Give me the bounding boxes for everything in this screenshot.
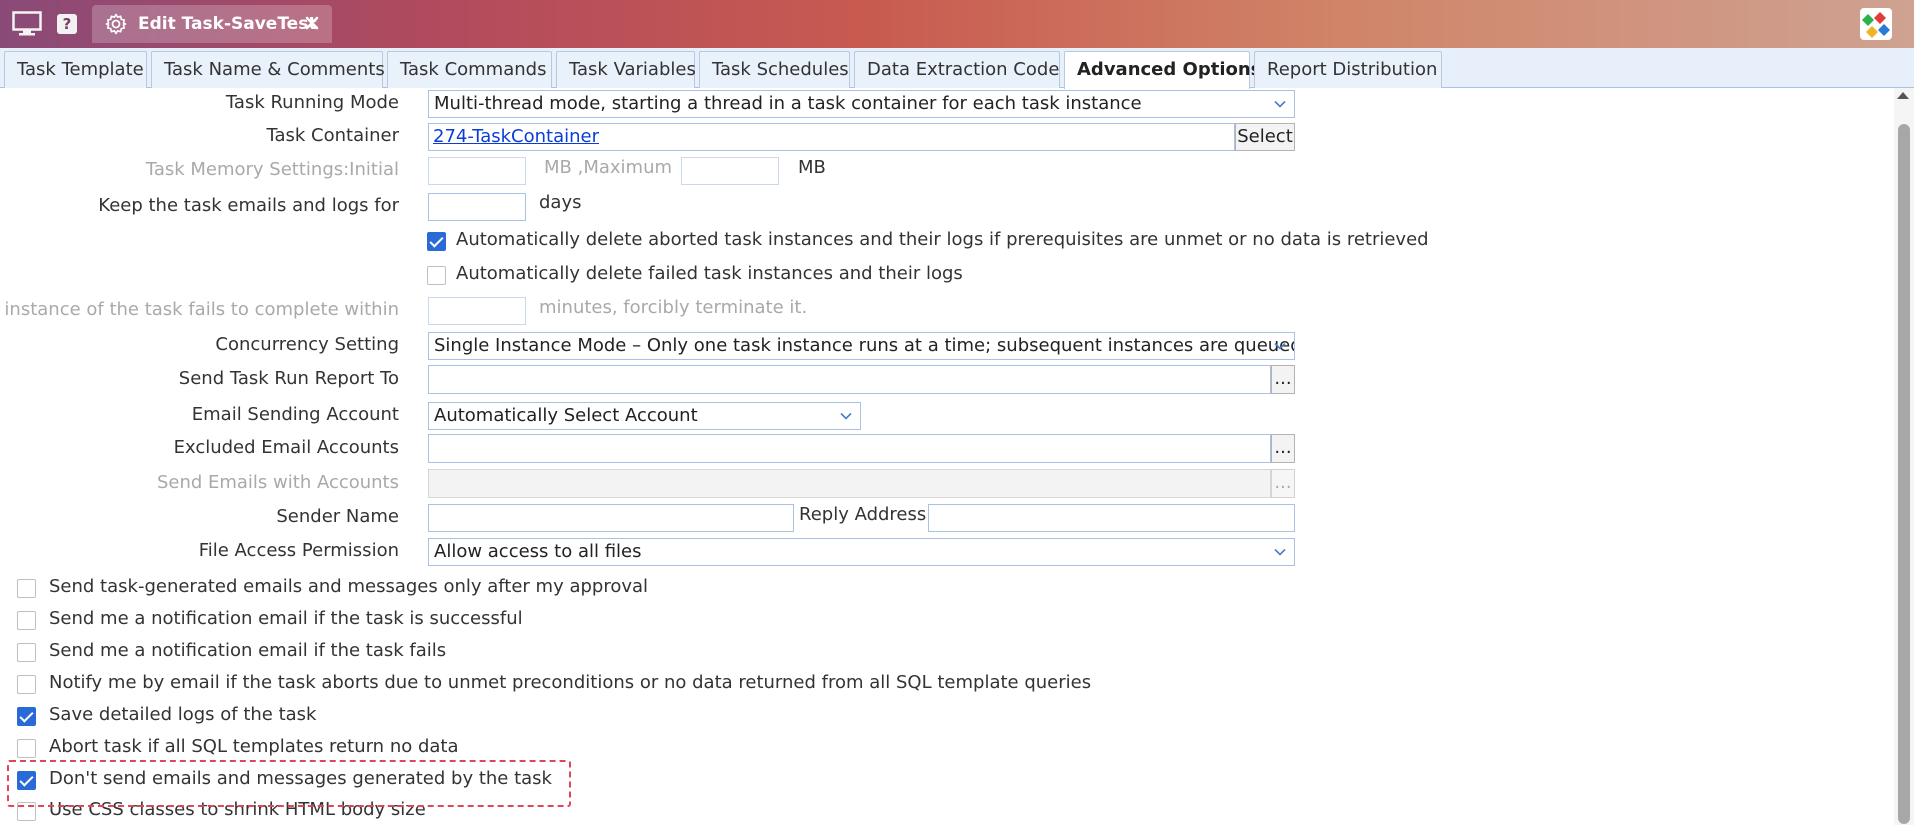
- tab-report-distribution[interactable]: Report Distribution: [1254, 51, 1442, 88]
- excluded-accounts-input[interactable]: [428, 434, 1271, 463]
- task-container-label: Task Container: [266, 125, 399, 146]
- app-logo-icon[interactable]: [1860, 8, 1892, 40]
- chevron-down-icon: [1274, 342, 1286, 350]
- email-account-value: Automatically Select Account: [434, 405, 698, 426]
- tab-task-name-comments[interactable]: Task Name & Comments: [151, 51, 385, 88]
- auto-delete-failed-label: Automatically delete failed task instanc…: [456, 263, 963, 284]
- option-checkbox-save-logs[interactable]: [17, 707, 36, 726]
- excluded-accounts-browse-button[interactable]: ...: [1271, 434, 1295, 463]
- option-checkbox-abort-no-data[interactable]: [17, 739, 36, 758]
- tab-task-commands[interactable]: Task Commands: [387, 51, 552, 88]
- title-bar: ? Edit Task-SaveTest: [0, 0, 1914, 48]
- tab-task-template[interactable]: Task Template: [4, 51, 147, 88]
- option-label-approval: Send task-generated emails and messages …: [49, 576, 649, 597]
- timeout-label: If the instance of the task fails to com…: [0, 299, 399, 320]
- tab-task-schedules[interactable]: Task Schedules: [699, 51, 850, 88]
- running-mode-value: Multi-thread mode, starting a thread in …: [434, 93, 1142, 114]
- send-report-input[interactable]: [428, 365, 1271, 394]
- send-with-accounts-input[interactable]: [428, 469, 1271, 498]
- select-container-button[interactable]: Select: [1235, 123, 1295, 151]
- scroll-up-icon[interactable]: [1897, 92, 1909, 99]
- option-checkbox-approval[interactable]: [17, 579, 36, 598]
- timeout-input[interactable]: [428, 297, 526, 325]
- option-checkbox-notify-success[interactable]: [17, 611, 36, 630]
- auto-delete-failed-checkbox[interactable]: [427, 266, 446, 285]
- sender-name-input[interactable]: [428, 504, 794, 532]
- concurrency-select[interactable]: Single Instance Mode – Only one task ins…: [428, 332, 1295, 360]
- memory-label: Task Memory Settings:Initial: [145, 159, 399, 180]
- tab-strip: Task Template Task Name & Comments Task …: [0, 48, 1914, 89]
- chevron-down-icon: [1274, 548, 1286, 556]
- gear-icon: [105, 13, 127, 35]
- keep-logs-label: Keep the task emails and logs for: [98, 195, 399, 216]
- timeout-unit: minutes, forcibly terminate it.: [539, 297, 808, 318]
- memory-unit-max-label: MB ,Maximum: [544, 157, 673, 178]
- tab-data-extraction-code[interactable]: Data Extraction Code: [854, 51, 1060, 88]
- send-with-accounts-browse-button[interactable]: ...: [1271, 469, 1295, 498]
- concurrency-label: Concurrency Setting: [215, 334, 399, 355]
- option-label-notify-abort: Notify me by email if the task aborts du…: [49, 672, 1092, 693]
- reply-address-label: Reply Address: [799, 504, 927, 525]
- option-checkbox-notify-abort[interactable]: [17, 675, 36, 694]
- vertical-scrollbar[interactable]: [1894, 88, 1914, 825]
- help-icon-glyph: ?: [57, 14, 77, 34]
- option-label-notify-success: Send me a notification email if the task…: [49, 608, 523, 629]
- auto-delete-aborted-label: Automatically delete aborted task instan…: [456, 229, 1429, 250]
- sender-name-label: Sender Name: [276, 506, 399, 527]
- send-report-browse-button[interactable]: ...: [1271, 365, 1295, 394]
- option-label-abort-no-data: Abort task if all SQL templates return n…: [49, 736, 459, 757]
- email-account-label: Email Sending Account: [191, 404, 399, 425]
- send-report-label: Send Task Run Report To: [178, 368, 399, 389]
- tab-advanced-options[interactable]: Advanced Options: [1064, 51, 1261, 89]
- option-checkbox-notify-fail[interactable]: [17, 643, 36, 662]
- chevron-down-icon: [1274, 100, 1286, 108]
- keep-days-input[interactable]: [428, 193, 526, 221]
- monitor-icon[interactable]: [10, 10, 44, 38]
- advanced-options-panel: Task Running Mode Multi-thread mode, sta…: [0, 88, 1890, 825]
- memory-initial-input[interactable]: [428, 157, 526, 185]
- running-mode-select[interactable]: Multi-thread mode, starting a thread in …: [428, 90, 1295, 118]
- task-container-field[interactable]: 274-TaskContainer: [428, 123, 1235, 151]
- excluded-accounts-label: Excluded Email Accounts: [173, 437, 399, 458]
- tab-task-variables[interactable]: Task Variables: [556, 51, 696, 88]
- task-container-link[interactable]: 274-TaskContainer: [433, 126, 599, 147]
- file-access-select[interactable]: Allow access to all files: [428, 538, 1295, 566]
- file-access-value: Allow access to all files: [434, 541, 642, 562]
- scroll-thumb[interactable]: [1898, 124, 1910, 824]
- window-title: Edit Task-SaveTest: [138, 14, 317, 34]
- memory-max-input[interactable]: [681, 157, 779, 185]
- reply-address-input[interactable]: [928, 504, 1295, 532]
- email-account-select[interactable]: Automatically Select Account: [428, 402, 861, 430]
- keep-days-unit: days: [539, 192, 582, 213]
- highlight-annotation: [7, 760, 571, 807]
- running-mode-label: Task Running Mode: [225, 92, 399, 113]
- window-tab[interactable]: Edit Task-SaveTest: [92, 5, 332, 43]
- option-label-save-logs: Save detailed logs of the task: [49, 704, 317, 725]
- concurrency-value: Single Instance Mode – Only one task ins…: [434, 335, 1295, 356]
- send-with-accounts-label: Send Emails with Accounts: [156, 472, 399, 493]
- close-icon[interactable]: [302, 13, 322, 33]
- memory-unit-label: MB: [798, 157, 826, 178]
- file-access-label: File Access Permission: [198, 540, 399, 561]
- auto-delete-aborted-checkbox[interactable]: [427, 232, 446, 251]
- help-icon[interactable]: ?: [54, 10, 80, 38]
- option-label-notify-fail: Send me a notification email if the task…: [49, 640, 447, 661]
- chevron-down-icon: [840, 412, 852, 420]
